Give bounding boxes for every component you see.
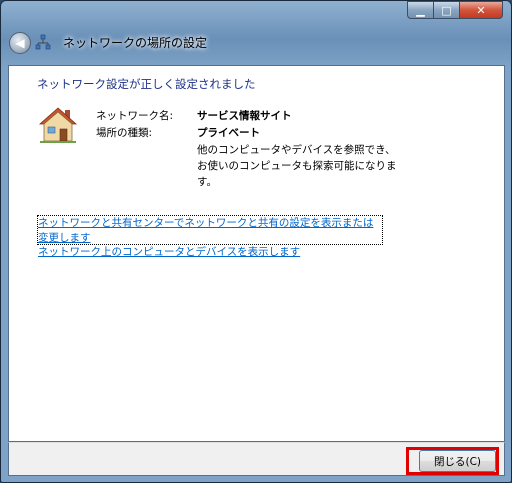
content-panel: ネットワーク設定が正しく設定されました ネットワーク名: サービス情報サイト 場… [8, 65, 505, 442]
network-name-value: サービス情報サイト [197, 110, 292, 122]
minimize-button[interactable]: ▁ [407, 1, 434, 19]
success-heading: ネットワーク設定が正しく設定されました [37, 77, 256, 91]
location-type-label: 場所の種類: [96, 127, 153, 139]
title-bar[interactable]: ▁ □ ✕ ◀ ネットワークの場所の設定 [1, 1, 511, 59]
location-description: 他のコンピュータやデバイスを参照でき、お使いのコンピュータも探索可能になります。 [197, 144, 397, 188]
close-window-button[interactable]: ✕ [460, 1, 503, 19]
caption-buttons: ▁ □ ✕ [407, 1, 503, 19]
home-icon [38, 107, 78, 143]
location-type-value: プライベート [197, 127, 260, 139]
back-button[interactable]: ◀ [9, 32, 31, 54]
network-name-label: ネットワーク名: [96, 110, 174, 122]
window-title: ネットワークの場所の設定 [63, 36, 208, 50]
maximize-button[interactable]: □ [434, 1, 460, 19]
close-button-highlight [406, 447, 499, 475]
dialog-window: ▁ □ ✕ ◀ ネットワークの場所の設定 ネットワーク設定が正しく設定されました… [0, 0, 512, 483]
back-arrow-icon: ◀ [15, 36, 25, 50]
view-devices-link[interactable]: ネットワーク上のコンピュータとデバイスを表示します [38, 245, 300, 260]
network-icon [35, 34, 51, 50]
network-center-link[interactable]: ネットワークと共有センターでネットワークと共有の設定を表示または変更します [38, 216, 383, 246]
